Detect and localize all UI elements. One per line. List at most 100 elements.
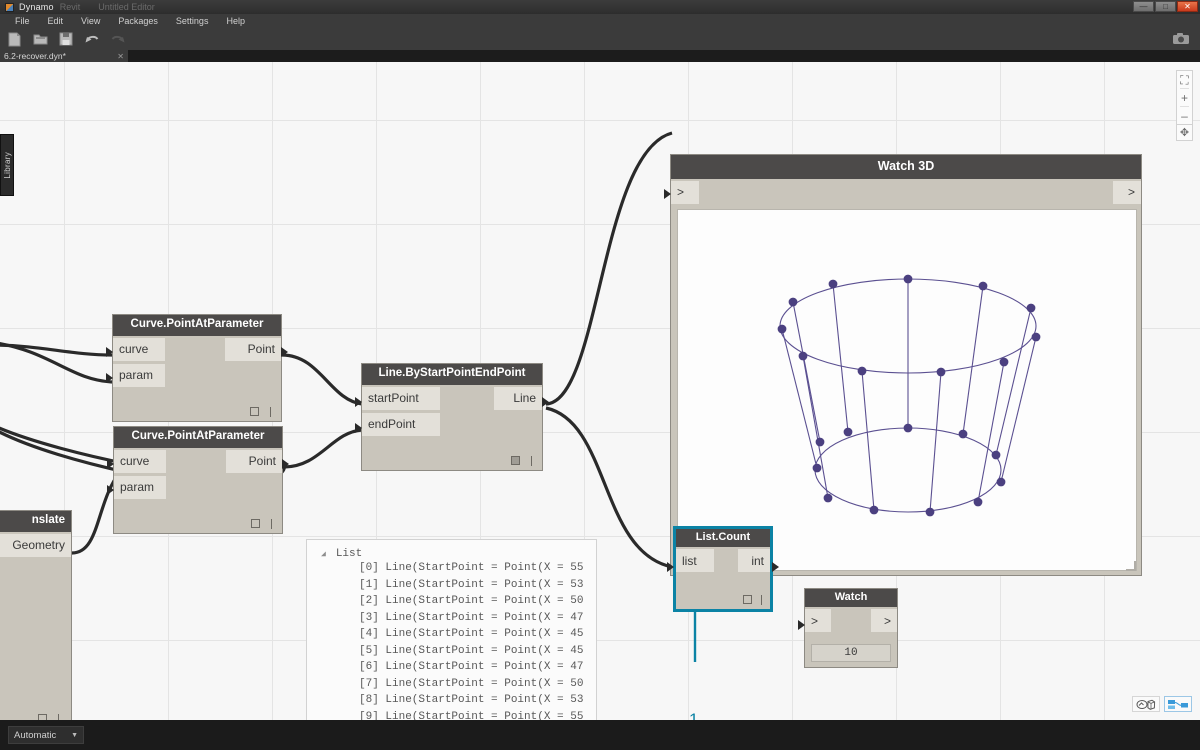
list-item: [6] Line(StartPoint = Point(X = 47: [307, 661, 596, 678]
graph-canvas[interactable]: Library nslate Geometry Curve.PointAtPar…: [0, 62, 1200, 720]
node-cpa1-preview-toggle[interactable]: [250, 407, 259, 416]
node-output-preview-bubble[interactable]: ◢ List [0] Line(StartPoint = Point(X = 5…: [306, 539, 597, 720]
node-watch-body: > >: [805, 607, 897, 632]
node-list-count[interactable]: List.Count list int: [673, 526, 773, 612]
node-cpa2-title: Curve.PointAtParameter: [114, 427, 282, 448]
port-in-watch[interactable]: >: [805, 609, 831, 632]
list-item: [5] Line(StartPoint = Point(X = 45: [307, 645, 596, 662]
maximize-button[interactable]: □: [1155, 1, 1176, 12]
zoom-in-button[interactable]: +: [1177, 89, 1192, 106]
node-watch-title: Watch: [805, 589, 897, 607]
list-item: [4] Line(StartPoint = Point(X = 45: [307, 628, 596, 645]
node-translate-title: nslate: [0, 511, 71, 532]
node-line-title: Line.ByStartPointEndPoint: [362, 364, 542, 385]
node-cpa2-preview-toggle[interactable]: [251, 519, 260, 528]
node-line-by-start-point-end-point[interactable]: Line.ByStartPointEndPoint startPoint Lin…: [361, 363, 543, 471]
connector-nub-in-list: [667, 562, 674, 572]
port-in-startpoint[interactable]: startPoint: [362, 387, 440, 410]
node-watch3d-title: Watch 3D: [671, 155, 1141, 179]
library-panel-label: Library: [3, 152, 12, 179]
node-curve-point-at-parameter-1[interactable]: Curve.PointAtParameter curve Point param: [112, 314, 282, 422]
title-subtitle-1: Revit: [60, 2, 81, 12]
run-mode-dropdown[interactable]: Automatic ▼: [8, 726, 84, 744]
workspace-tab-label: 6.2-recover.dyn*: [4, 51, 117, 61]
node-translate-body: Geometry: [0, 532, 71, 558]
fit-to-screen-icon[interactable]: ⛶: [1177, 71, 1192, 88]
node-cpa1-body: curve Point param: [113, 336, 281, 387]
port-out-watch[interactable]: >: [871, 609, 897, 632]
watch3d-resize-grip[interactable]: [1126, 561, 1136, 571]
node-curve-point-at-parameter-2[interactable]: Curve.PointAtParameter curve Point param: [113, 426, 283, 534]
node-watch-3d[interactable]: Watch 3D > >: [670, 154, 1142, 576]
menu-bar: File Edit View Packages Settings Help: [0, 14, 1200, 28]
connector-nub-out-point-1: [281, 347, 288, 357]
list-item: [3] Line(StartPoint = Point(X = 47: [307, 612, 596, 629]
workspace-tab[interactable]: 6.2-recover.dyn* ✕: [0, 50, 128, 62]
node-line-body: startPoint Line endPoint: [362, 385, 542, 436]
menu-file[interactable]: File: [6, 14, 39, 28]
connector-nub-in-curve-1: [106, 347, 113, 357]
node-list-count-preview-toggle[interactable]: [743, 595, 752, 604]
list-item: [7] Line(StartPoint = Point(X = 50: [307, 678, 596, 695]
menu-edit[interactable]: Edit: [39, 14, 73, 28]
port-in-param-2[interactable]: param: [114, 476, 166, 499]
port-in-watch3d[interactable]: >: [671, 181, 699, 204]
port-out-line[interactable]: Line: [494, 387, 542, 410]
new-file-icon[interactable]: [6, 31, 22, 47]
menu-packages[interactable]: Packages: [109, 14, 167, 28]
open-file-icon[interactable]: [32, 31, 48, 47]
connector-nub-out-line: [542, 397, 549, 407]
toolbar: [0, 28, 1200, 50]
graph-view-icon[interactable]: [1164, 696, 1192, 712]
port-out-int[interactable]: int: [738, 549, 770, 572]
title-subtitle-2: Untitled Editor: [98, 2, 155, 12]
camera-icon[interactable]: [1172, 32, 1190, 46]
menu-help[interactable]: Help: [217, 14, 254, 28]
redo-icon[interactable]: [110, 31, 126, 47]
port-out-point-2[interactable]: Point: [226, 450, 282, 473]
watch-value-display: 10: [811, 644, 891, 662]
menu-settings[interactable]: Settings: [167, 14, 218, 28]
preview-root-label: List: [336, 548, 362, 560]
pan-navigate-button[interactable]: ✥: [1176, 124, 1193, 141]
chevron-collapse-icon[interactable]: ◢: [321, 549, 326, 559]
minimize-button[interactable]: —: [1133, 1, 1154, 12]
node-list-count-body: list int: [676, 547, 770, 572]
port-in-list[interactable]: list: [676, 549, 714, 572]
dynamo-window: Dynamo Revit Untitled Editor — □ ✕ File …: [0, 0, 1200, 750]
zoom-out-button[interactable]: –: [1177, 107, 1192, 124]
node-watch[interactable]: Watch > > 10: [804, 588, 898, 668]
chevron-down-icon: ▼: [71, 732, 78, 739]
list-item: [8] Line(StartPoint = Point(X = 53: [307, 694, 596, 711]
port-in-param-1[interactable]: param: [113, 364, 165, 387]
save-file-icon[interactable]: [58, 31, 74, 47]
list-item: [0] Line(StartPoint = Point(X = 55: [307, 562, 596, 579]
close-icon[interactable]: ✕: [117, 52, 124, 61]
window-controls: — □ ✕: [1133, 1, 1198, 12]
menu-view[interactable]: View: [72, 14, 109, 28]
node-watch3d-body: > >: [671, 179, 1141, 207]
connector-nub-in-param-2: [107, 485, 114, 495]
library-panel-tab[interactable]: Library: [0, 134, 14, 196]
node-cpa1-title: Curve.PointAtParameter: [113, 315, 281, 336]
port-in-endpoint[interactable]: endPoint: [362, 413, 440, 436]
connector-nub-in-curve-2: [107, 459, 114, 469]
background-3d-preview-icon[interactable]: [1132, 696, 1160, 712]
node-translate[interactable]: nslate Geometry: [0, 510, 72, 720]
annotation-leader-line: [686, 610, 710, 670]
undo-icon[interactable]: [84, 31, 100, 47]
node-cpa2-lacing-indicator: [271, 519, 273, 529]
watch3d-viewport[interactable]: [677, 209, 1137, 571]
port-out-point-1[interactable]: Point: [225, 338, 281, 361]
port-in-curve-2[interactable]: curve: [114, 450, 166, 473]
geometry-wireframe: [678, 210, 1138, 572]
preview-root-row: ◢ List: [307, 545, 596, 562]
port-in-curve-1[interactable]: curve: [113, 338, 165, 361]
node-list-count-title: List.Count: [676, 529, 770, 547]
connector-nub-out-point-2: [282, 459, 289, 469]
close-button[interactable]: ✕: [1177, 1, 1198, 12]
node-line-preview-toggle[interactable]: [511, 456, 520, 465]
port-out-geometry[interactable]: Geometry: [0, 534, 71, 557]
connector-nub-in-startpoint: [355, 397, 362, 407]
port-out-watch3d[interactable]: >: [1113, 181, 1141, 204]
